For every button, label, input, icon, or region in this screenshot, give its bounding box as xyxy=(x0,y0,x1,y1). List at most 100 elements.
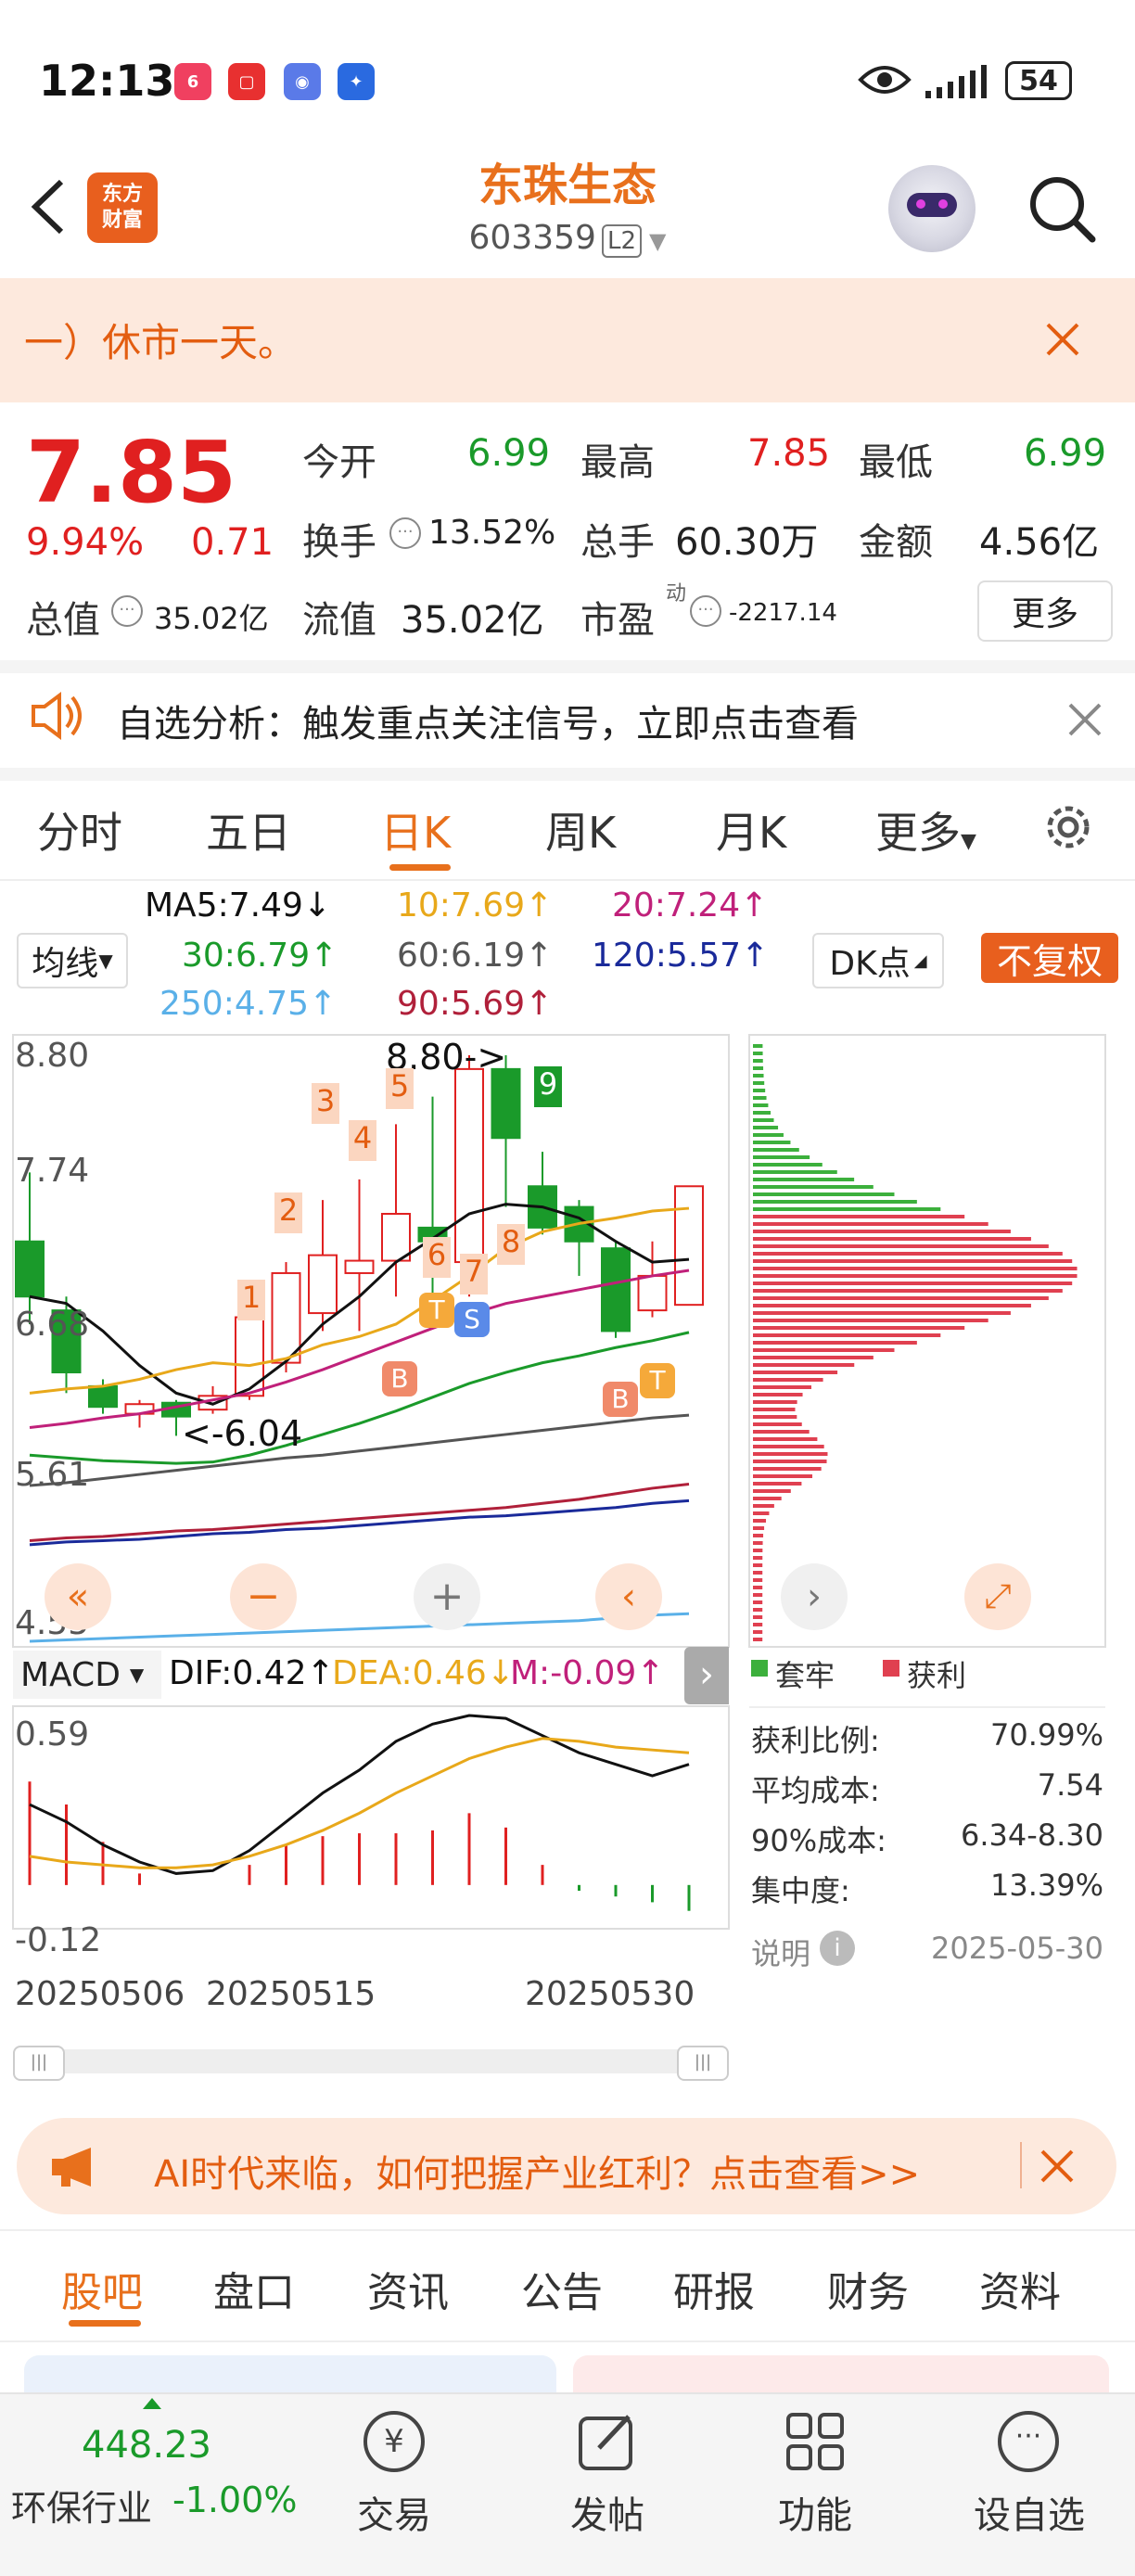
nav-post[interactable]: 发帖 xyxy=(556,2485,658,2539)
slider-handle-right[interactable]: ||| xyxy=(677,2046,729,2081)
tab-month-k[interactable]: 月K xyxy=(716,799,786,861)
huawei-store-icon: ▢ xyxy=(228,63,265,100)
tab-minute[interactable]: 分时 xyxy=(37,799,122,861)
chip-bar xyxy=(753,1304,1031,1307)
tab-research[interactable]: 研报 xyxy=(673,2259,755,2318)
ma-selector[interactable]: 均线 ▼ xyxy=(17,933,128,988)
ma250-line xyxy=(29,1612,690,1643)
alert-text[interactable]: 自选分析：触发重点关注信号，立即点击查看 xyxy=(117,694,859,747)
tab-announcement[interactable]: 公告 xyxy=(521,2259,603,2318)
info-icon[interactable]: ··· xyxy=(111,595,143,627)
slider-handle-left[interactable]: ||| xyxy=(13,2046,65,2081)
t-signal-marker[interactable]: T xyxy=(419,1293,454,1328)
chevron-right-icon[interactable]: › xyxy=(684,1647,729,1704)
search-icon[interactable] xyxy=(1024,171,1098,245)
current-price: 7.85 xyxy=(26,423,236,522)
chip-bar xyxy=(753,1445,824,1448)
chevron-left-icon[interactable]: ‹ xyxy=(595,1563,662,1630)
sell-signal-marker[interactable]: S xyxy=(454,1302,490,1337)
zoom-in-icon[interactable]: + xyxy=(414,1563,480,1630)
grid-icon[interactable] xyxy=(784,2411,846,2472)
open-label: 今开 xyxy=(302,441,376,484)
index-value[interactable]: 448.23 xyxy=(82,2424,211,2467)
chip-bar xyxy=(753,1311,1011,1315)
nav-trade[interactable]: 交易 xyxy=(343,2485,445,2539)
ma120-line xyxy=(29,1498,690,1547)
chip-bar xyxy=(753,1526,765,1530)
info-icon[interactable]: ··· xyxy=(690,595,721,627)
pe-dynamic-mark: 动 xyxy=(666,582,687,606)
rewind-icon[interactable]: « xyxy=(45,1563,111,1630)
ma90-legend: 90:5.69↑ xyxy=(397,985,554,1023)
more-button[interactable]: 更多 xyxy=(977,580,1113,642)
range-slider[interactable] xyxy=(13,2049,729,2073)
chip-bar xyxy=(753,1430,810,1434)
tab-profile[interactable]: 资料 xyxy=(979,2259,1061,2318)
expand-icon[interactable]: ⤢ xyxy=(964,1563,1031,1630)
caret-down-icon: ▼ xyxy=(98,950,113,972)
chip-bar xyxy=(753,1215,965,1218)
kline-chart[interactable] xyxy=(0,1029,1135,2086)
close-icon[interactable] xyxy=(1039,2148,1076,2185)
chip-note-label[interactable]: 说明 xyxy=(751,1931,810,1973)
adjust-button[interactable]: 不复权 xyxy=(981,933,1118,983)
amount-value: 4.56亿 xyxy=(979,521,1100,564)
ma30-line xyxy=(29,1331,690,1465)
chip-bar xyxy=(753,1608,763,1612)
banner-text[interactable]: AI时代来临，如何把握产业红利？点击查看>> xyxy=(154,2144,920,2198)
tab-pankou[interactable]: 盘口 xyxy=(213,2259,295,2318)
chevron-right-icon[interactable]: › xyxy=(781,1563,848,1630)
macd-tick: -0.12 xyxy=(15,1921,102,1959)
y-tick-label: 5.61 xyxy=(15,1456,90,1494)
dk-point-button[interactable]: DK点 ◢ xyxy=(812,933,944,988)
stat-label: 集中度: xyxy=(751,1873,850,1908)
chip-bar xyxy=(753,1126,779,1129)
candle-body xyxy=(674,1185,704,1307)
tab-more-label: 更多 xyxy=(875,808,961,858)
battery-level: 54 xyxy=(1019,64,1058,97)
tab-five-day[interactable]: 五日 xyxy=(206,799,291,861)
stat-label: 90%成本: xyxy=(751,1823,886,1858)
m-value: M:-0.09↑ xyxy=(510,1654,665,1692)
trade-icon[interactable]: ¥ xyxy=(363,2411,425,2472)
tab-news[interactable]: 资讯 xyxy=(367,2259,449,2318)
more-dots-icon[interactable]: ··· xyxy=(998,2411,1059,2472)
stat-value: 6.34-8.30 xyxy=(960,1817,1103,1853)
chip-bar xyxy=(753,1044,763,1048)
info-icon[interactable]: ··· xyxy=(389,517,421,549)
chip-bar xyxy=(753,1422,802,1426)
tab-guba[interactable]: 股吧 xyxy=(61,2259,143,2318)
ma90-line xyxy=(29,1482,690,1542)
buy-signal-marker[interactable]: B xyxy=(603,1382,638,1417)
ma250-legend: 250:4.75↑ xyxy=(159,985,338,1023)
high-label: 最高 xyxy=(580,441,655,484)
chip-bar xyxy=(753,1074,764,1078)
nav-function[interactable]: 功能 xyxy=(764,2485,866,2539)
indicator-selector[interactable]: MACD ▼ xyxy=(13,1651,161,1699)
tab-day-k[interactable]: 日K xyxy=(380,799,451,861)
zoom-out-icon[interactable]: − xyxy=(230,1563,297,1630)
index-name[interactable]: 环保行业 xyxy=(11,2480,152,2531)
index-change: -1.00% xyxy=(172,2480,298,2520)
t-signal-marker[interactable]: T xyxy=(640,1363,675,1398)
tab-more[interactable]: 更多▼ xyxy=(875,799,976,861)
chip-bar xyxy=(753,1511,770,1515)
nav-add-watchlist[interactable]: 设自选 xyxy=(964,2485,1094,2539)
tab-week-k[interactable]: 周K xyxy=(545,799,616,861)
high-value: 7.85 xyxy=(747,432,831,475)
amount-label: 金额 xyxy=(859,521,933,564)
tab-finance[interactable]: 财务 xyxy=(827,2259,909,2318)
compose-icon[interactable] xyxy=(575,2409,640,2474)
chip-bar xyxy=(753,1400,797,1404)
info-icon[interactable]: i xyxy=(820,1931,855,1966)
close-icon[interactable] xyxy=(1066,701,1103,738)
chip-bar xyxy=(753,1118,774,1122)
signal-number: 9 xyxy=(534,1066,562,1107)
gear-icon[interactable] xyxy=(1039,797,1098,857)
chip-bar xyxy=(753,1563,763,1567)
candle-body xyxy=(601,1247,631,1333)
buy-signal-marker[interactable]: B xyxy=(382,1361,417,1396)
close-icon[interactable] xyxy=(1042,319,1083,360)
robot-assistant-icon[interactable] xyxy=(888,165,976,252)
section-divider xyxy=(0,660,1135,673)
